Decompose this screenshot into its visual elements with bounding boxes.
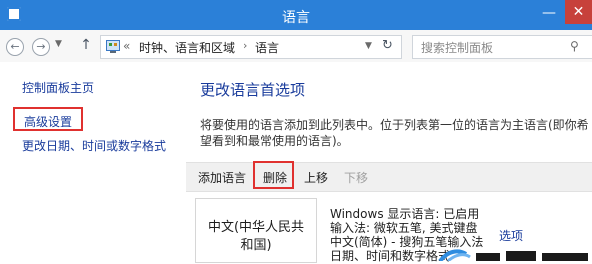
description-line-2: 望看到和最常使用的语言)。 [200, 134, 349, 148]
refresh-icon[interactable]: ↻ [382, 38, 393, 53]
search-icon[interactable]: ⚲ [570, 39, 579, 53]
move-down-button[interactable]: 下移 [344, 169, 368, 186]
window-title: 语言 [282, 10, 310, 26]
description-line-1: 将要使用的语言添加到此列表中。位于列表第一位的语言为主语言(即你希 [200, 118, 589, 132]
minimize-button[interactable]: — [536, 3, 562, 25]
breadcrumb-overflow[interactable]: « [123, 39, 130, 53]
address-bar[interactable]: « 时钟、语言和区域 › 语言 ▼ ↻ [100, 35, 402, 59]
sidebar-item-date-time-format[interactable]: 更改日期、时间或数字格式 [22, 137, 166, 154]
close-button[interactable]: ✕ [565, 0, 592, 24]
language-options-link[interactable]: 选项 [499, 227, 523, 244]
language-detail-formats: 日期、时间和数字格式 [330, 249, 451, 263]
breadcrumb-separator[interactable]: › [243, 39, 247, 52]
page-title: 更改语言首选项 [200, 81, 306, 99]
breadcrumb-clock-language-region[interactable]: 时钟、语言和区域 [139, 39, 235, 56]
language-list-item[interactable]: 中文(中华人民共 和国) [195, 198, 317, 263]
add-language-button[interactable]: 添加语言 [198, 169, 246, 186]
search-input[interactable]: 搜索控制面板 [421, 39, 493, 56]
navigation-bar: ← → ▼ ↑ « 时钟、语言和区域 › 语言 ▼ ↻ 搜索控制面板 ⚲ [0, 30, 592, 62]
highlight-box-advanced-settings [13, 107, 83, 131]
search-box[interactable]: 搜索控制面板 ⚲ [412, 35, 592, 59]
highlight-box-remove [253, 161, 294, 189]
control-panel-small-icon [106, 40, 120, 53]
address-dropdown-icon[interactable]: ▼ [365, 41, 372, 51]
title-bar: 语言 — ✕ [0, 0, 592, 30]
up-arrow-icon[interactable]: ↑ [78, 37, 94, 55]
language-name-line-1: 中文(中华人民共 [207, 220, 305, 235]
forward-arrow-icon[interactable]: → [32, 38, 50, 56]
back-arrow-icon[interactable]: ← [6, 38, 24, 56]
watermark-logo [438, 249, 588, 261]
sidebar-item-control-panel-home[interactable]: 控制面板主页 [22, 79, 94, 96]
language-name-line-2: 和国) [240, 238, 272, 253]
move-up-button[interactable]: 上移 [304, 169, 328, 186]
recent-locations-icon[interactable]: ▼ [55, 39, 62, 49]
breadcrumb-language[interactable]: 语言 [255, 39, 279, 56]
command-bar: 添加语言 删除 上移 下移 [186, 162, 592, 192]
